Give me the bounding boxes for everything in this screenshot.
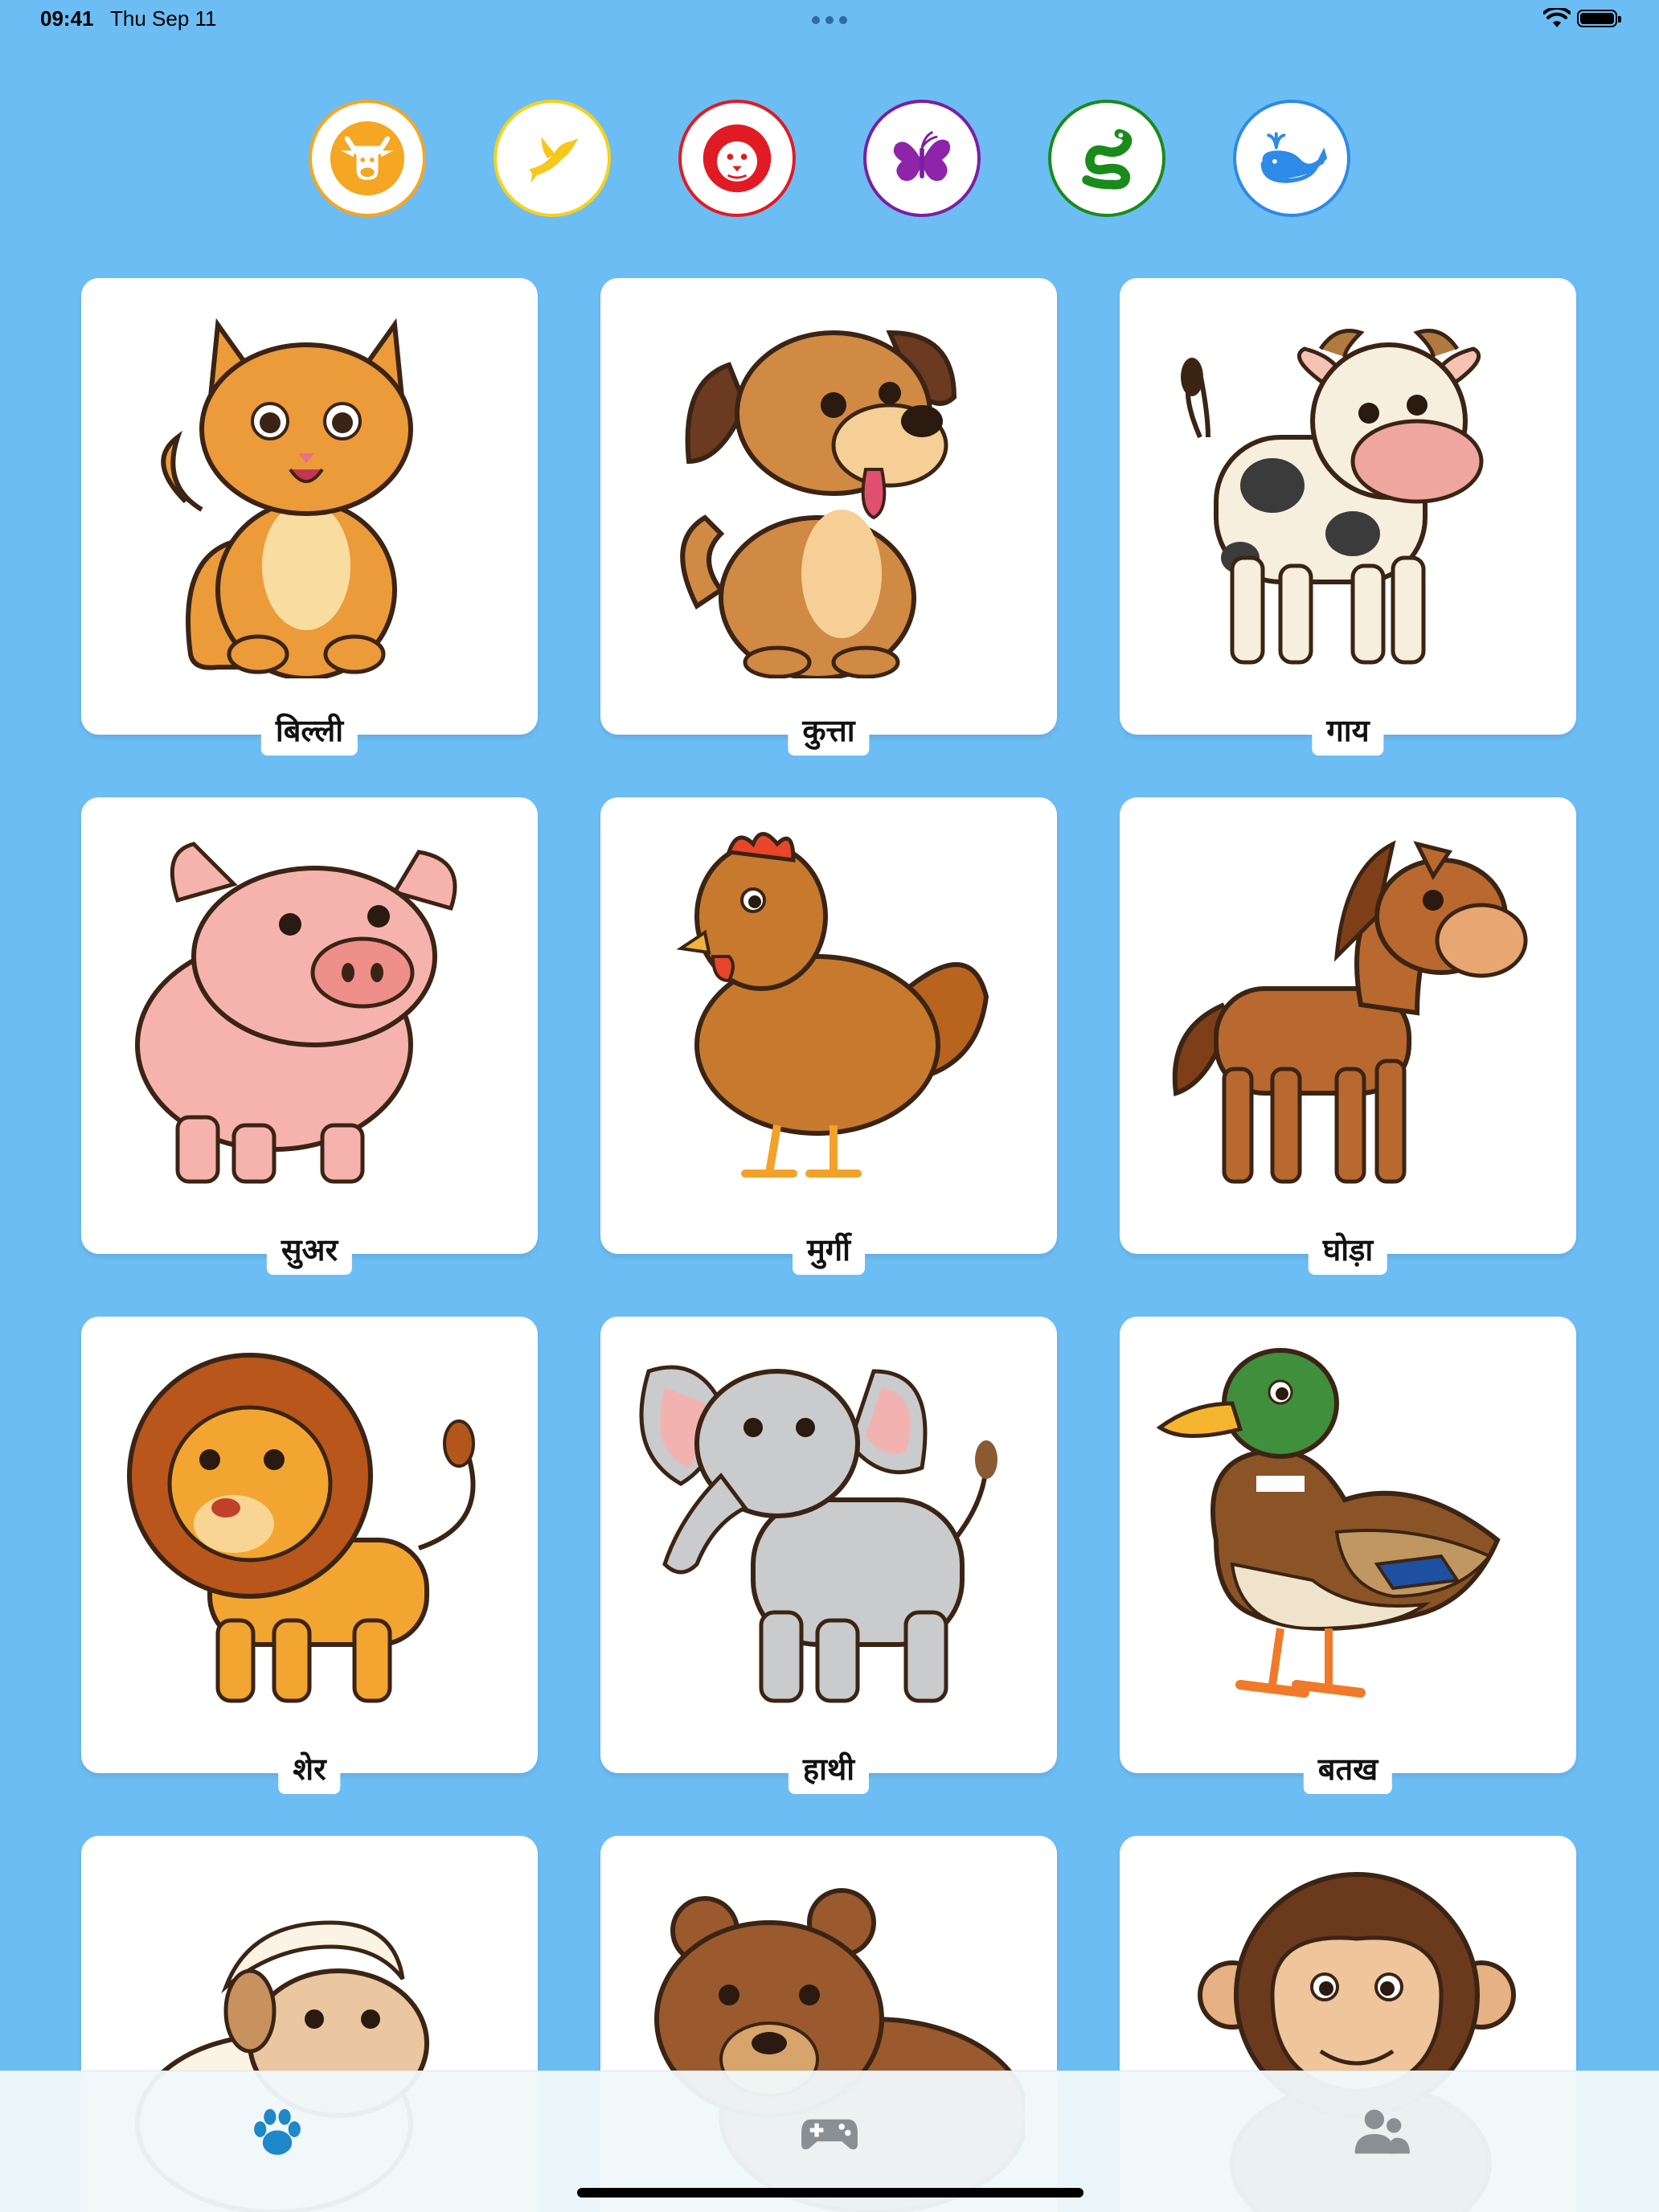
bird-icon	[529, 137, 579, 183]
paw-icon	[254, 2108, 301, 2155]
animal-label: हाथी	[788, 1744, 870, 1794]
animal-card-cat[interactable]: बिल्ली	[81, 278, 538, 756]
tab-animals[interactable]	[233, 2095, 322, 2168]
animal-label: बतख	[1303, 1744, 1393, 1794]
animal-card-cow[interactable]: गाय	[1120, 278, 1576, 756]
animal-card-elephant[interactable]: हाथी	[600, 1317, 1057, 1794]
multitasking-dots-icon[interactable]	[812, 16, 847, 24]
cat-image	[161, 317, 413, 678]
category-reptiles-button[interactable]	[1048, 100, 1165, 217]
animal-card-lion[interactable]: शेर	[81, 1317, 538, 1794]
tab-profile[interactable]	[1337, 2095, 1426, 2168]
horse-image	[1172, 840, 1528, 1184]
duck-image	[1156, 1348, 1501, 1698]
whale-icon	[1260, 132, 1328, 183]
tab-games[interactable]	[785, 2095, 874, 2168]
category-wild-button[interactable]	[678, 100, 796, 217]
category-birds-button[interactable]	[494, 100, 611, 217]
category-insects-button[interactable]	[863, 100, 981, 217]
animal-card-pig[interactable]: सुअर	[81, 797, 538, 1275]
status-bar: 09:41 Thu Sep 11	[0, 0, 1659, 40]
animal-card-duck[interactable]: बतख	[1120, 1317, 1576, 1794]
wifi-icon	[1543, 8, 1571, 27]
status-time: 09:41	[40, 6, 94, 31]
home-indicator[interactable]	[577, 2188, 1083, 2198]
cow-icon	[330, 121, 405, 196]
animal-label: सुअर	[266, 1225, 353, 1275]
snake-icon	[1082, 129, 1133, 190]
lion-icon	[703, 124, 772, 193]
elephant-image	[639, 1365, 997, 1703]
category-sea-button[interactable]	[1233, 100, 1350, 217]
battery-icon	[1577, 10, 1621, 27]
animal-card-hen[interactable]: मुर्गी	[600, 797, 1057, 1275]
animal-card-horse[interactable]: घोड़ा	[1120, 797, 1576, 1275]
animal-card-dog[interactable]: कुत्ता	[600, 278, 1057, 756]
animal-label: कुत्ता	[788, 706, 870, 756]
dog-image	[680, 330, 957, 678]
animal-label: शेर	[278, 1744, 341, 1794]
users-icon	[1354, 2109, 1410, 2154]
animal-label: बिल्ली	[260, 706, 358, 756]
gamepad-icon	[801, 2119, 858, 2150]
hen-image	[676, 832, 989, 1178]
category-farm-button[interactable]	[309, 100, 426, 217]
butterfly-icon	[893, 131, 951, 182]
pig-image	[135, 842, 457, 1184]
animal-label: घोड़ा	[1308, 1225, 1388, 1275]
animal-label: मुर्गी	[793, 1225, 865, 1275]
status-date: Thu Sep 11	[110, 6, 217, 31]
animal-label: गाय	[1312, 706, 1384, 756]
category-bar	[309, 100, 1350, 219]
lion-image	[127, 1353, 476, 1703]
cow-image	[1181, 329, 1484, 665]
